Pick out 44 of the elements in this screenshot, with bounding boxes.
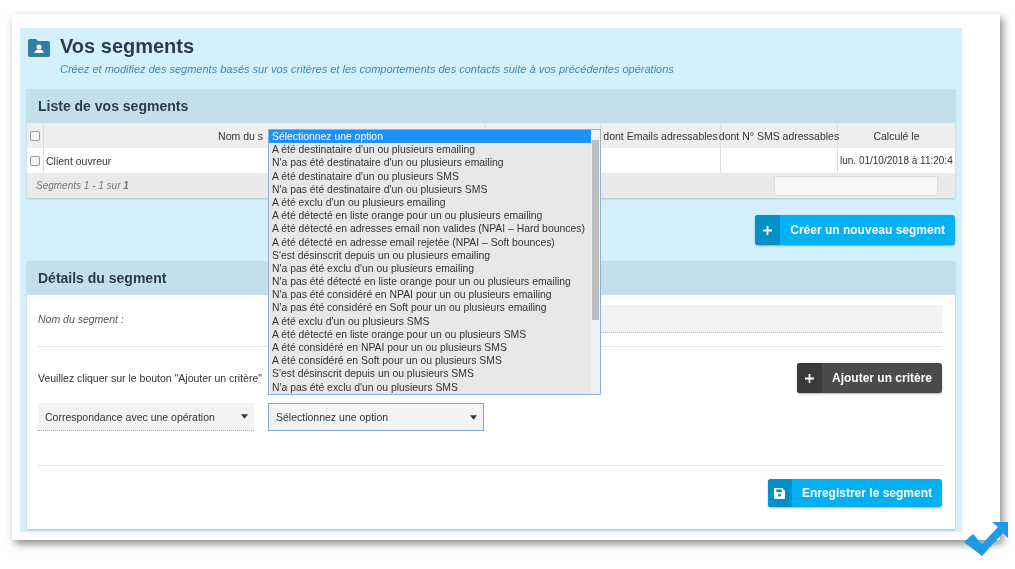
table-cell: Client ouvreur <box>46 154 112 167</box>
dropdown-option[interactable]: S'est désinscrit depuis un ou plusieurs SMS <box>269 367 591 381</box>
page-size-field[interactable] <box>774 175 938 196</box>
add-criterion-button[interactable]: Ajouter un critère <box>796 363 942 393</box>
dropdown-option[interactable]: N'a pas été destinataire d'un ou plusieurs SMS <box>269 182 591 196</box>
card-title: Liste de vos segments <box>38 98 189 114</box>
dropdown-option[interactable]: A été considéré en Soft pour un ou plusieurs SMS <box>269 354 591 368</box>
dropdown-option[interactable]: N'a pas été considéré en NPAI pour un ou plusieurs emailing <box>269 288 591 302</box>
dropdown-option[interactable]: S'est désinscrit depuis un ou plusieurs emailing <box>269 248 591 262</box>
plus-icon <box>763 225 773 235</box>
dropdown-option[interactable]: A été détecté en liste orange pour un ou plusieurs SMS <box>269 327 591 341</box>
dropdown-option[interactable]: A été détecté en adresses email non valides (NPAI – Hard bounces) <box>269 222 591 236</box>
column-header: Nom du s <box>218 129 263 142</box>
dropdown-option[interactable]: A été exclu d'un ou plusieurs SMS <box>269 314 591 328</box>
page-title: Vos segments <box>60 35 196 58</box>
dropdown-option[interactable]: N'a pas été exclu d'un ou plusieurs emailing <box>269 261 591 276</box>
dropdown-option[interactable]: A été détecté en liste orange pour un ou plusieurs emailing <box>269 209 591 223</box>
column-header: dont N° SMS adressables <box>718 129 840 142</box>
dropdown-option[interactable]: A été destinataire d'un ou plusieurs emailing <box>269 143 591 157</box>
instruction-text: Veuillez cliquer sur le bouton "Ajouter un critère" <box>38 372 262 384</box>
pagination-info: Segments 1 - 1 sur 1 <box>36 180 129 191</box>
card-title: Détails du segment <box>38 270 167 286</box>
dropdown-option[interactable]: N'a pas été destinataire d'un ou plusieurs emailing <box>269 156 591 170</box>
caret-down-icon <box>470 414 477 420</box>
folder-user-icon <box>28 39 50 57</box>
operation-select[interactable]: Correspondance avec une opération <box>38 403 254 431</box>
dropdown-option[interactable]: N'a pas été détecté en liste orange pour un ou plusieurs emailing <box>269 275 591 289</box>
dropdown-option[interactable]: A été destinataire d'un ou plusieurs SMS <box>269 169 591 183</box>
checkbox[interactable] <box>30 155 40 166</box>
table-cell: lun. 01/10/2018 à 11:20:4 <box>840 155 953 166</box>
dropdown-option[interactable]: N'a pas été considéré en Soft pour un ou plusieurs emailing <box>269 301 591 315</box>
dropdown-option[interactable]: A été considéré en NPAI pour un ou plusieurs SMS <box>269 341 591 355</box>
page-subtitle: Créez et modifiez des segments basés sur vos critères et les comportements des contacts suite à vos précédentes opérations <box>60 63 674 75</box>
option-select[interactable]: Sélectionnez une option <box>268 403 484 431</box>
column-header: dont Emails adressables <box>603 129 718 142</box>
column-header: Calculé le <box>873 129 920 142</box>
caret-down-icon <box>241 414 248 419</box>
dropdown-option[interactable]: A été exclu d'un ou plusieurs emailing <box>269 195 591 210</box>
field-label: Nom du segment : <box>38 313 125 325</box>
checkbox[interactable] <box>30 130 40 141</box>
dropdown-option[interactable]: N'a pas été exclu d'un ou plusieurs SMS <box>269 380 591 394</box>
dropdown-option[interactable]: A été détecté en adresse email rejetée (NPAI – Soft bounces) <box>269 235 591 249</box>
scrollbar[interactable] <box>591 130 600 394</box>
plus-icon <box>804 373 814 383</box>
